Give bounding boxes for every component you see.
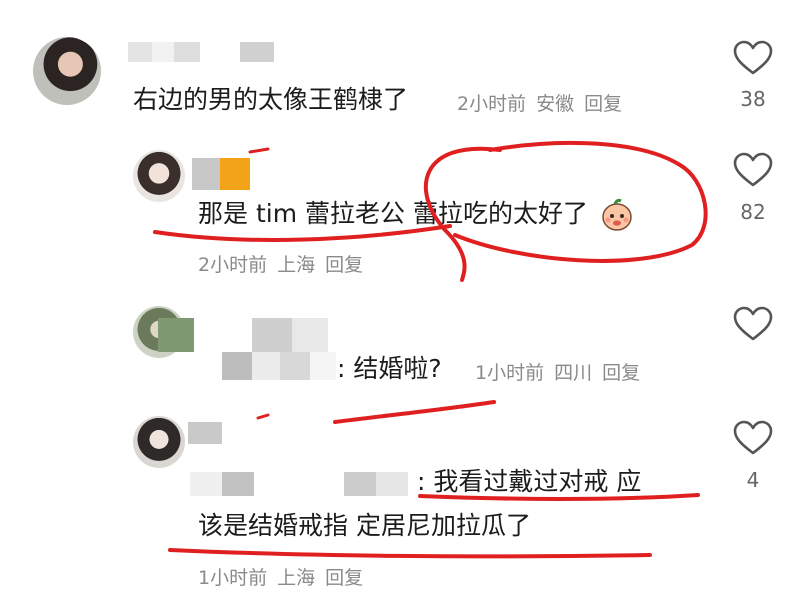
heart-outline-icon — [733, 40, 773, 75]
reply-button[interactable]: 回复 — [602, 362, 640, 384]
comment-location: 安徽 — [536, 93, 575, 115]
avatar[interactable] — [133, 150, 185, 202]
blurred-username[interactable] — [158, 318, 328, 352]
like-button[interactable] — [733, 40, 773, 80]
comment-text-content: 那是 tim 蕾拉老公 蕾拉吃的太好了 — [198, 199, 588, 228]
comment-2: 那是 tim 蕾拉老公 蕾拉吃的太好了 2小时前 上海 回复 82 — [0, 130, 800, 280]
avatar[interactable] — [133, 416, 185, 468]
peach-face-emoji — [600, 198, 634, 232]
comment-text-line-2: 该是结婚戒指 定居尼加拉瓜了 — [198, 511, 531, 540]
comment-time: 2小时前 — [457, 93, 527, 115]
reply-button[interactable]: 回复 — [325, 254, 363, 276]
comment-text: : 结婚啦? — [337, 354, 442, 383]
heart-outline-icon — [733, 152, 773, 187]
comment-time: 2小时前 — [198, 254, 268, 276]
comment-location: 上海 — [277, 254, 316, 276]
comment-location: 四川 — [554, 362, 593, 384]
like-button[interactable] — [733, 306, 773, 346]
comment-meta: 1小时前 上海 回复 — [198, 563, 373, 590]
avatar[interactable] — [33, 37, 101, 105]
comment-text: 右边的男的太像王鹤棣了 — [133, 85, 409, 114]
blurred-username[interactable] — [128, 42, 274, 62]
like-count: 38 — [740, 87, 766, 111]
comment-4: : 我看过戴过对戒 应 该是结婚戒指 定居尼加拉瓜了 1小时前 上海 回复 4 — [0, 400, 800, 595]
comment-location: 上海 — [277, 567, 316, 589]
comment-meta: 1小时前 四川 回复 — [475, 358, 650, 385]
like-count: 4 — [746, 468, 760, 492]
heart-outline-icon — [733, 306, 773, 341]
like-count: 82 — [740, 200, 766, 224]
blurred-mention[interactable] — [190, 472, 408, 496]
reply-button[interactable]: 回复 — [325, 567, 363, 589]
heart-outline-icon — [733, 420, 773, 455]
comment-time: 1小时前 — [198, 567, 268, 589]
comment-meta: 2小时前 安徽 回复 — [457, 89, 632, 116]
comment-3: : 结婚啦? 1小时前 四川 回复 — [0, 290, 800, 400]
comment-1: 右边的男的太像王鹤棣了 2小时前 安徽 回复 38 — [0, 0, 800, 130]
like-button[interactable] — [733, 420, 773, 460]
reply-button[interactable]: 回复 — [584, 93, 622, 115]
blurred-mention[interactable] — [222, 352, 336, 380]
like-button[interactable] — [733, 152, 773, 192]
comment-text-line-1: : 我看过戴过对戒 应 — [417, 467, 642, 496]
blurred-username[interactable] — [188, 422, 222, 444]
blurred-username[interactable] — [192, 158, 250, 190]
comment-time: 1小时前 — [475, 362, 545, 384]
comment-text: 那是 tim 蕾拉老公 蕾拉吃的太好了 — [198, 198, 634, 232]
comment-meta: 2小时前 上海 回复 — [198, 250, 373, 277]
